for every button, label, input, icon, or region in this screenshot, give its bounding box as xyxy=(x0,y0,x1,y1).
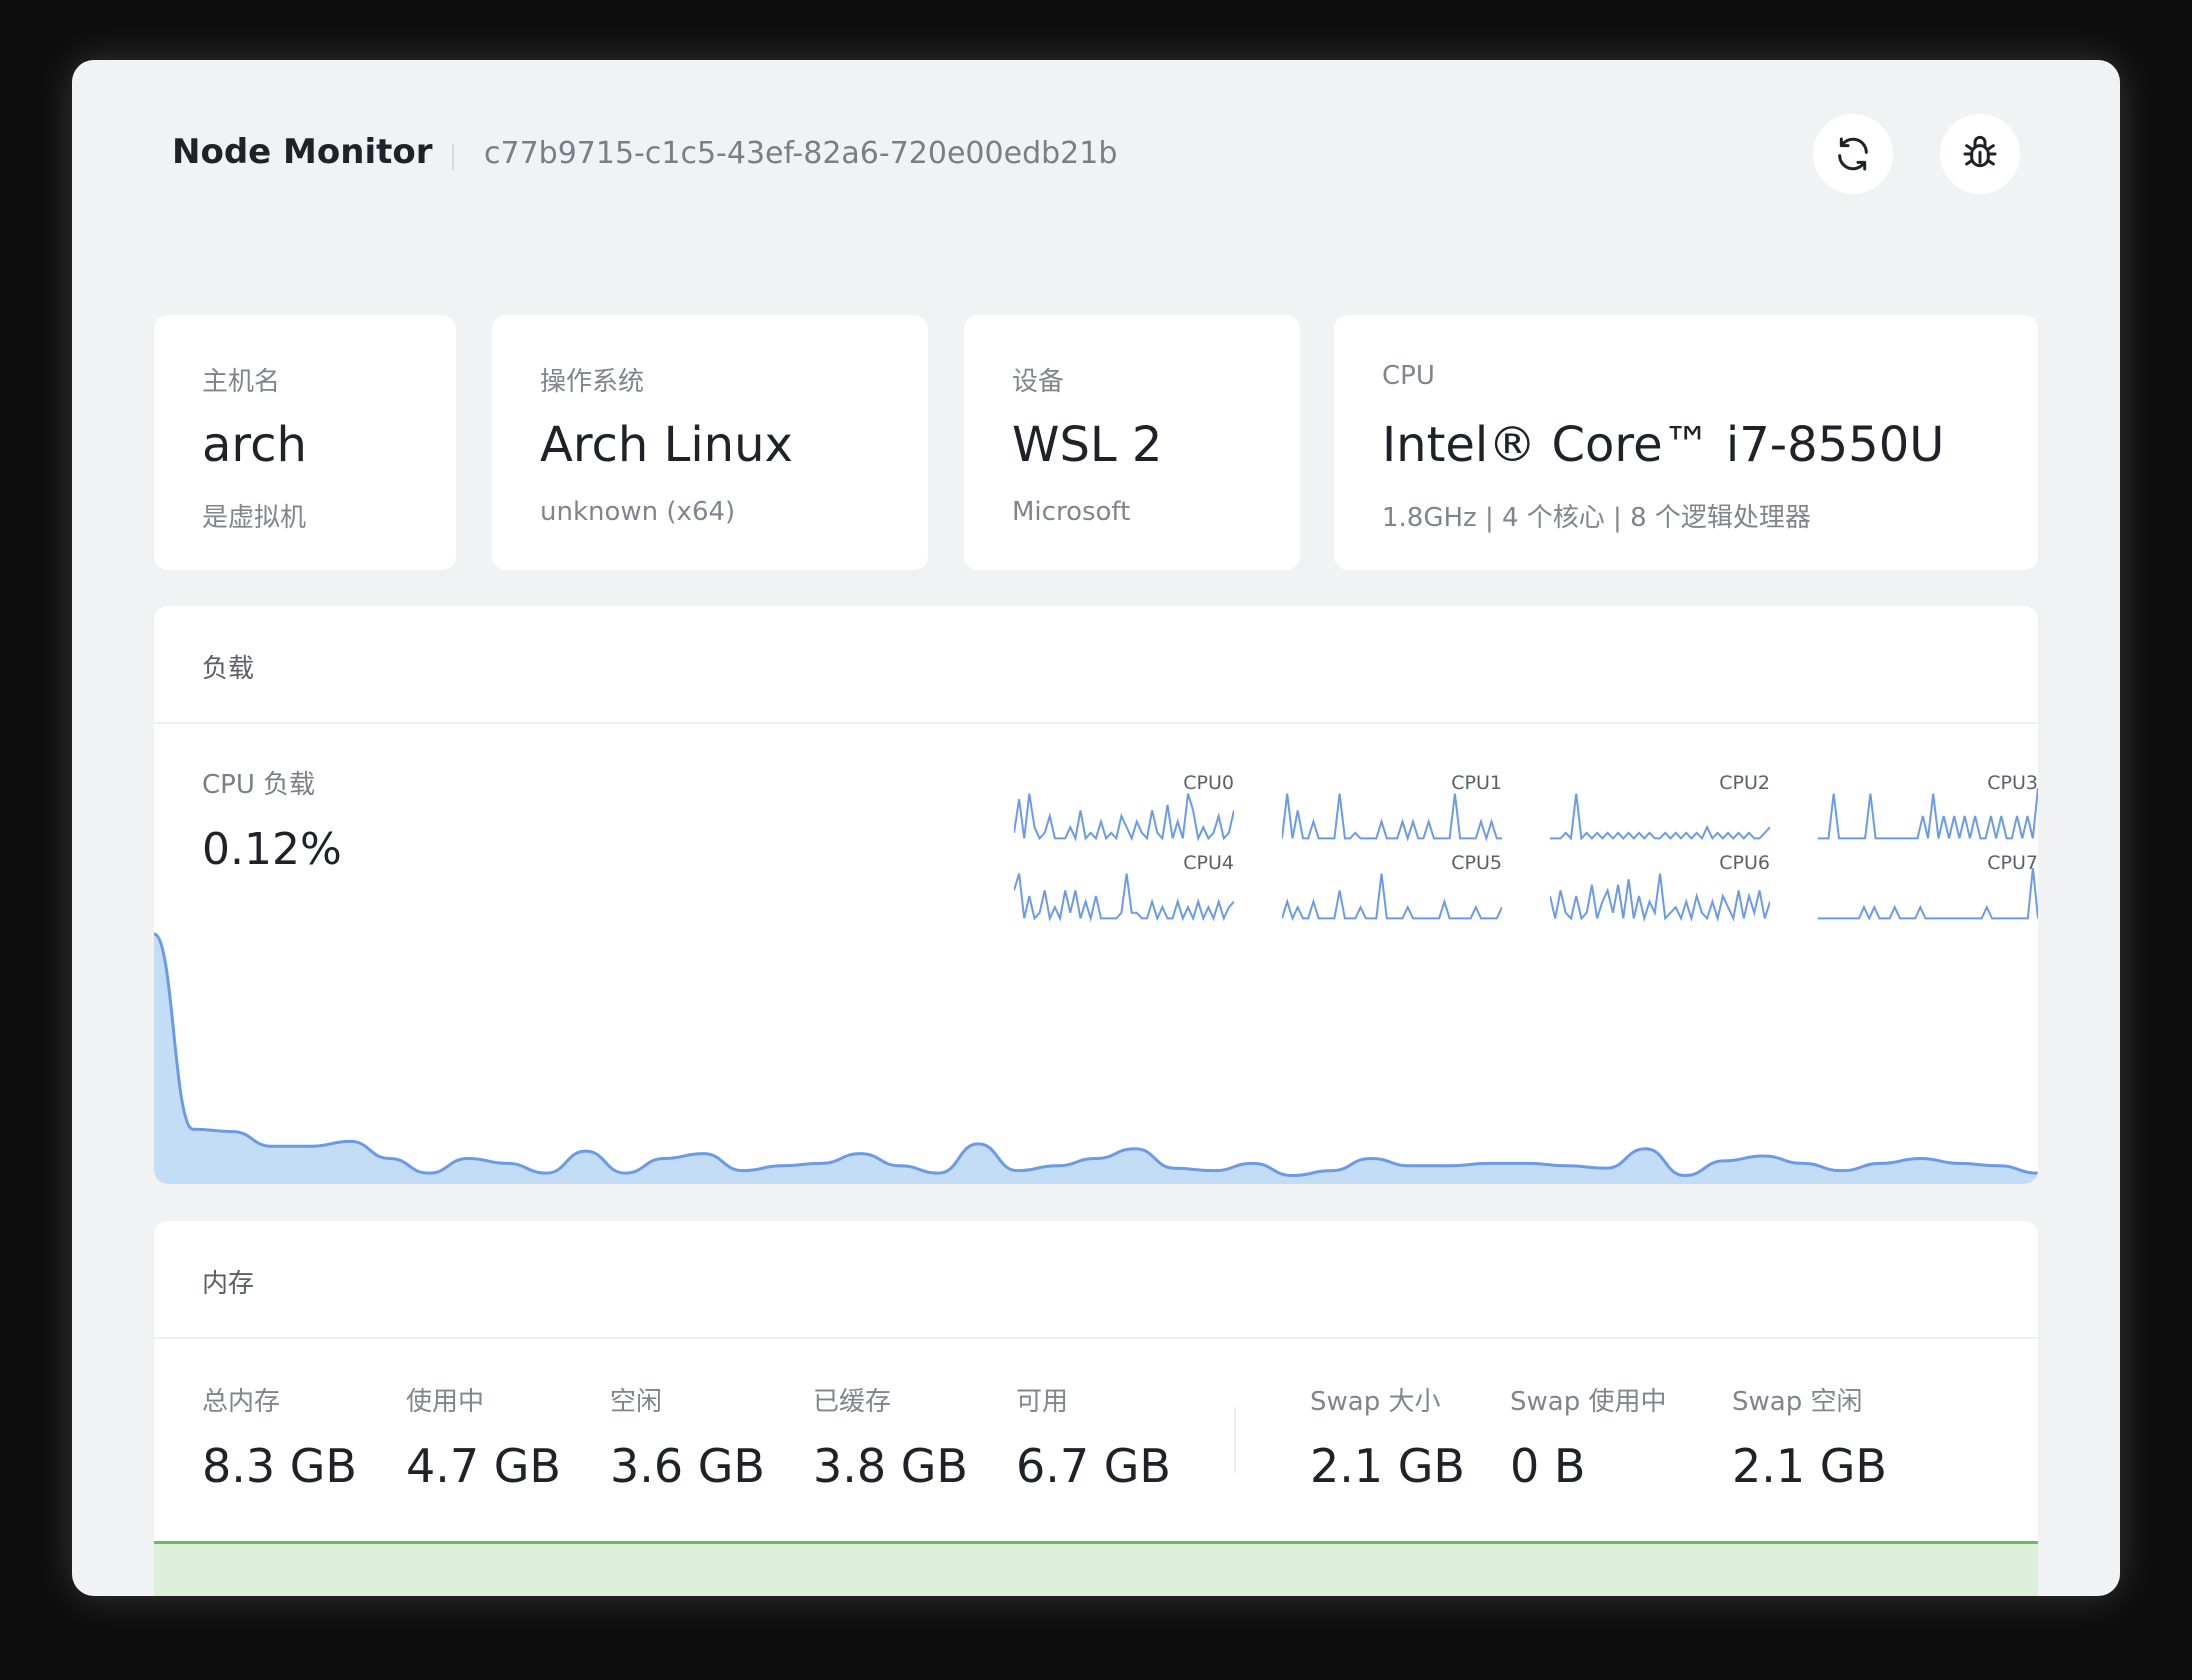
total-memory-label: 总内存 xyxy=(202,1387,281,1417)
swap-used-label: Swap 使用中 xyxy=(1510,1387,1667,1417)
used-memory-label: 使用中 xyxy=(406,1387,485,1417)
os-card: 操作系统 Arch Linux unknown (x64) xyxy=(492,315,928,570)
title-divider xyxy=(452,144,454,170)
cpu-card-sub: 1.8GHz | 4 个核心 | 8 个逻辑处理器 xyxy=(1382,503,1811,533)
available-memory-label: 可用 xyxy=(1016,1387,1069,1417)
hostname-card: 主机名 arch 是虚拟机 xyxy=(154,315,456,570)
free-memory-value: 3.6 GB xyxy=(610,1439,765,1493)
app-title: Node Monitor xyxy=(172,132,433,172)
memory-usage-chart xyxy=(154,1541,2038,1596)
device-sub: Microsoft xyxy=(1012,497,1131,527)
debug-button[interactable] xyxy=(1940,114,2020,194)
cpu-history-chart xyxy=(154,932,2038,1184)
hostname-label: 主机名 xyxy=(202,367,281,397)
cpu-history-line xyxy=(154,932,2038,1178)
core-series-cpu3 xyxy=(1818,787,2038,840)
core-series-cpu7 xyxy=(1818,867,2038,921)
load-section: 负载 CPU 负载 0.12% CPU0 CPU1 CPU2 CPU3 CPU4 CPU5… xyxy=(154,606,2038,1184)
bug-icon xyxy=(1963,135,1997,168)
used-memory-value: 4.7 GB xyxy=(406,1439,561,1493)
core-sparkline-cpu3 xyxy=(1818,787,2038,840)
cached-memory-label: 已缓存 xyxy=(813,1387,892,1417)
core-series-cpu5 xyxy=(1282,873,1502,922)
load-header: 负载 xyxy=(154,606,2038,724)
core-series-cpu4 xyxy=(1014,873,1234,923)
swap-free-value: 2.1 GB xyxy=(1732,1439,1887,1493)
memory-section: 内存 总内存 8.3 GB 使用中 4.7 GB 空闲 3.6 GB 已缓存 3… xyxy=(154,1221,2038,1596)
hostname-sub: 是虚拟机 xyxy=(202,503,307,533)
core-sparkline-cpu5 xyxy=(1282,873,1502,922)
cpu-load-value: 0.12% xyxy=(202,824,342,875)
swap-free-label: Swap 空闲 xyxy=(1732,1387,1863,1417)
device-label: 设备 xyxy=(1012,367,1065,397)
available-memory-value: 6.7 GB xyxy=(1016,1439,1171,1493)
app-window: Node Monitor c77b9715-c1c5-43ef-82a6-720… xyxy=(72,60,2120,1596)
cpu-card: CPU Intel® Core™ i7-8550U 1.8GHz | 4 个核心… xyxy=(1334,315,2038,570)
refresh-button[interactable] xyxy=(1813,114,1893,194)
cached-memory-value: 3.8 GB xyxy=(813,1439,968,1493)
hostname-value: arch xyxy=(202,417,307,473)
core-series-cpu1 xyxy=(1282,793,1502,842)
cpu-card-value: Intel® Core™ i7-8550U xyxy=(1382,417,1945,473)
load-title: 负载 xyxy=(202,654,255,684)
core-series-cpu6 xyxy=(1550,873,1770,923)
cpu-history-area xyxy=(154,934,2038,1184)
core-sparkline-cpu4 xyxy=(1014,873,1234,923)
free-memory-label: 空闲 xyxy=(610,1387,663,1417)
core-sparkline-cpu1 xyxy=(1282,793,1502,842)
memory-swap-divider xyxy=(1234,1407,1236,1473)
cpu-load-label: CPU 负载 xyxy=(202,770,316,800)
core-series-cpu2 xyxy=(1550,793,1770,841)
device-value: WSL 2 xyxy=(1012,417,1163,473)
device-card: 设备 WSL 2 Microsoft xyxy=(964,315,1300,570)
cpu-card-label: CPU xyxy=(1382,361,1435,391)
os-label: 操作系统 xyxy=(540,367,645,397)
core-sparkline-cpu0 xyxy=(1014,793,1234,842)
core-sparkline-cpu7 xyxy=(1818,867,2038,921)
swap-size-value: 2.1 GB xyxy=(1310,1439,1465,1493)
core-sparkline-cpu2 xyxy=(1550,793,1770,841)
core-series-cpu0 xyxy=(1014,793,1234,842)
memory-header: 内存 xyxy=(154,1221,2038,1339)
memory-title: 内存 xyxy=(202,1269,255,1299)
refresh-icon xyxy=(1838,137,1868,171)
os-sub: unknown (x64) xyxy=(540,497,736,527)
total-memory-value: 8.3 GB xyxy=(202,1439,357,1493)
swap-used-value: 0 B xyxy=(1510,1439,1586,1493)
swap-size-label: Swap 大小 xyxy=(1310,1387,1441,1417)
node-id: c77b9715-c1c5-43ef-82a6-720e00edb21b xyxy=(484,136,1118,171)
core-sparkline-cpu6 xyxy=(1550,873,1770,923)
header: Node Monitor c77b9715-c1c5-43ef-82a6-720… xyxy=(72,60,2120,230)
os-value: Arch Linux xyxy=(540,417,793,473)
